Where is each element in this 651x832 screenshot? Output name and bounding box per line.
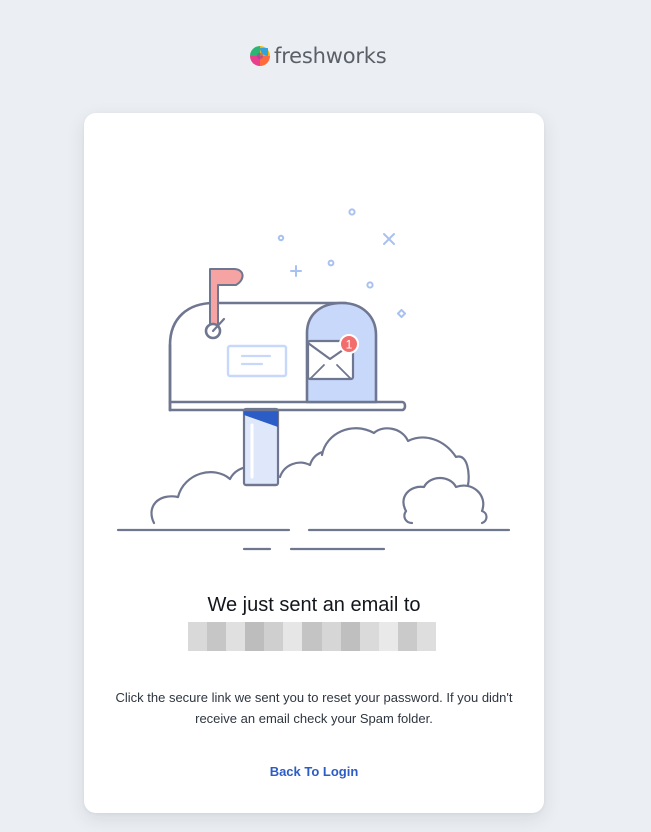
page: freshworks 1 We just sent an email to Cl… [0,0,651,832]
notification-count: 1 [346,338,353,352]
brand-header: freshworks [248,44,387,68]
redacted-email-address [188,622,437,651]
instructions-text: Click the secure link we sent you to res… [115,690,513,726]
back-to-login-link[interactable]: Back To Login [84,764,544,780]
reset-confirmation-card: 1 We just sent an email to Click the sec… [84,113,544,813]
mailbox-illustration-icon: 1 [116,208,511,551]
headline: We just sent an email to [207,594,421,616]
brand-name: freshworks [274,44,387,68]
freshworks-logo-icon [250,46,270,66]
